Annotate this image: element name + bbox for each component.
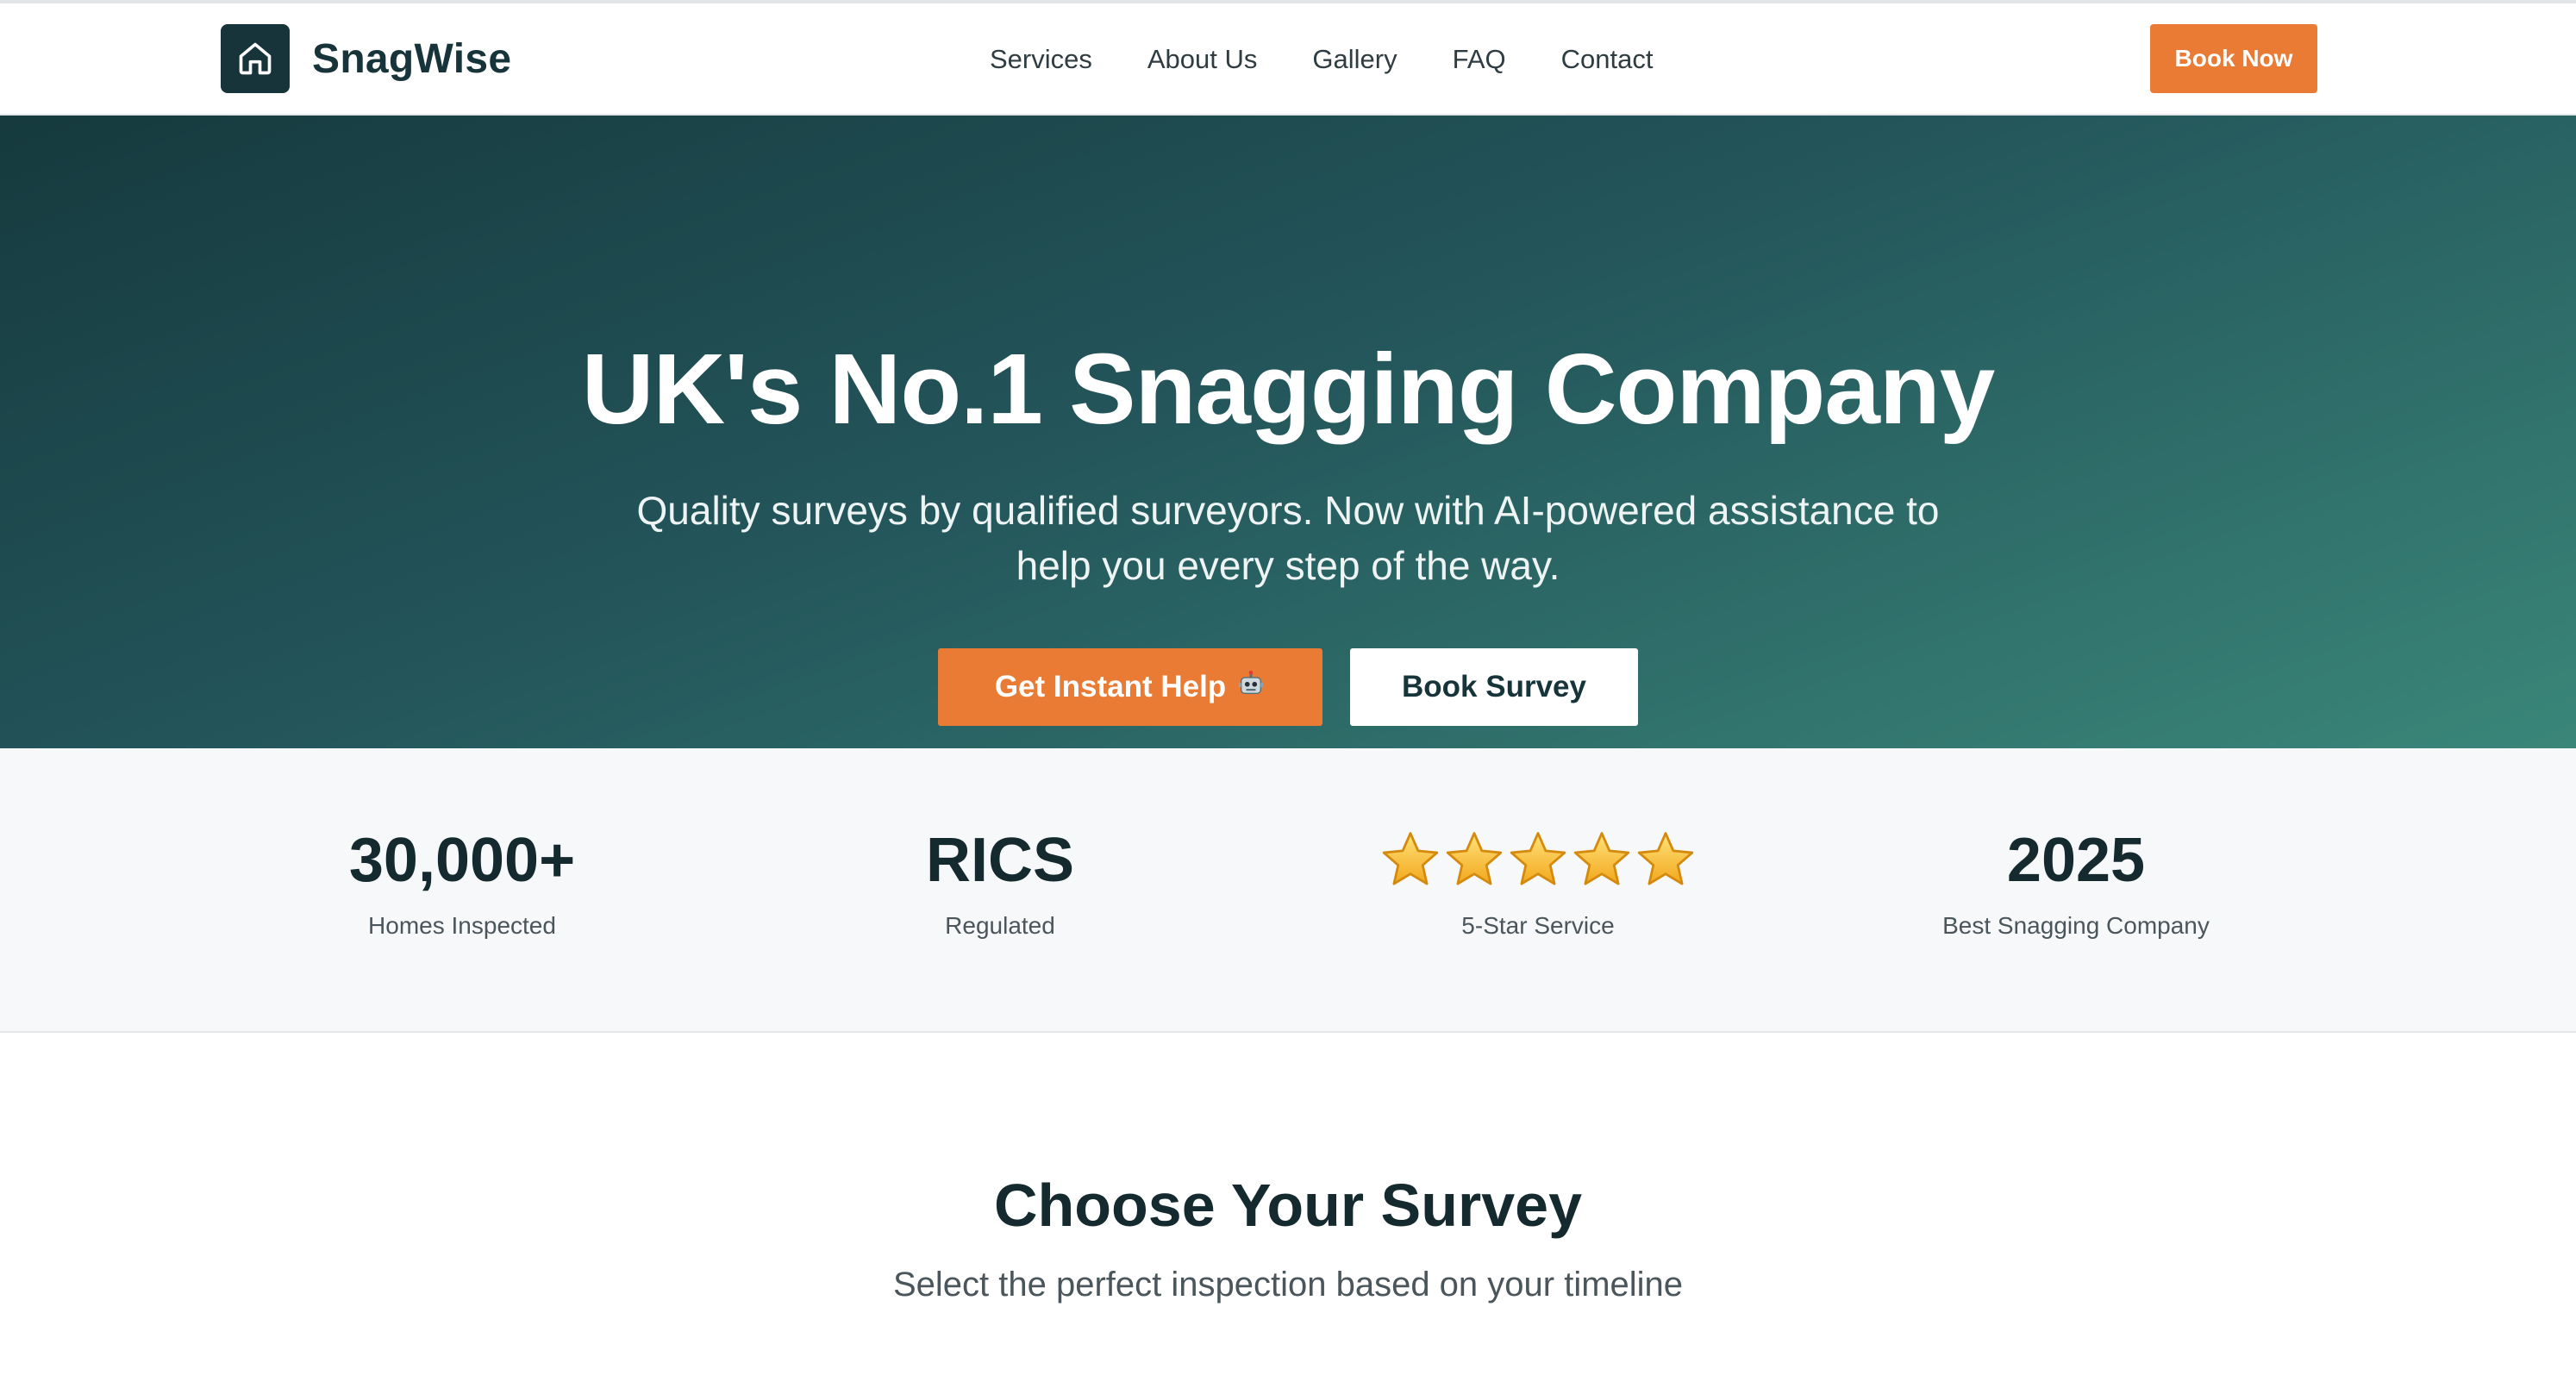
stats-bar: 30,000+ Homes Inspected RICS Regulated 5…: [0, 748, 2576, 1033]
stat-value: 2025: [2006, 826, 2146, 895]
brand-name: SnagWise: [312, 35, 512, 82]
brand[interactable]: SnagWise: [221, 24, 511, 93]
robot-icon: [1236, 669, 1266, 706]
hero-subtitle: Quality surveys by qualified surveyors. …: [581, 483, 1995, 593]
book-now-button[interactable]: Book Now: [2150, 24, 2317, 93]
nav-services[interactable]: Services: [990, 44, 1092, 75]
star-icon: [1446, 832, 1503, 885]
get-instant-help-label: Get Instant Help: [994, 670, 1227, 703]
stat-five-star: 5-Star Service: [1314, 824, 1762, 940]
choose-survey-subtitle: Select the perfect inspection based on y…: [892, 1266, 1684, 1304]
choose-survey-section: Choose Your Survey Select the perfect in…: [0, 1033, 2576, 1386]
nav-faq[interactable]: FAQ: [1453, 44, 1506, 75]
hero-subtitle-line1: Quality surveys by qualified surveyors. …: [636, 488, 1940, 533]
main-nav: Services About Us Gallery FAQ Contact: [990, 3, 1653, 116]
nav-contact[interactable]: Contact: [1561, 44, 1654, 75]
stat-value: RICS: [925, 826, 1075, 895]
five-star-rating: [1314, 824, 1762, 897]
stat-homes-inspected: 30,000+ Homes Inspected: [238, 824, 686, 940]
star-icon: [1637, 832, 1694, 885]
stat-label: Regulated: [945, 912, 1055, 939]
stat-label: Best Snagging Company: [1942, 912, 2210, 939]
book-survey-button[interactable]: Book Survey: [1350, 648, 1638, 726]
star-icon: [1510, 832, 1566, 885]
nav-about-us[interactable]: About Us: [1147, 44, 1258, 75]
stat-value: 30,000+: [348, 826, 576, 895]
choose-survey-title: Choose Your Survey: [993, 1172, 1583, 1239]
hero-subtitle-line2: help you every step of the way.: [1016, 543, 1560, 588]
hero-buttons: Get Instant Help Book Survey: [0, 648, 2576, 726]
stat-label: Homes Inspected: [368, 912, 556, 939]
stat-award: 2025 Best Snagging Company: [1852, 824, 2300, 940]
stat-rics: RICS Regulated: [776, 824, 1224, 940]
stat-label: 5-Star Service: [1461, 912, 1615, 939]
star-icon: [1573, 832, 1630, 885]
site-header: SnagWise Services About Us Gallery FAQ C…: [0, 3, 2576, 116]
get-instant-help-button[interactable]: Get Instant Help: [938, 648, 1322, 726]
hero-section: UK's No.1 Snagging Company Quality surve…: [0, 116, 2576, 748]
home-icon: [221, 24, 290, 93]
star-icon: [1382, 832, 1439, 885]
hero-title: UK's No.1 Snagging Company: [581, 333, 1996, 445]
nav-gallery[interactable]: Gallery: [1312, 44, 1397, 75]
